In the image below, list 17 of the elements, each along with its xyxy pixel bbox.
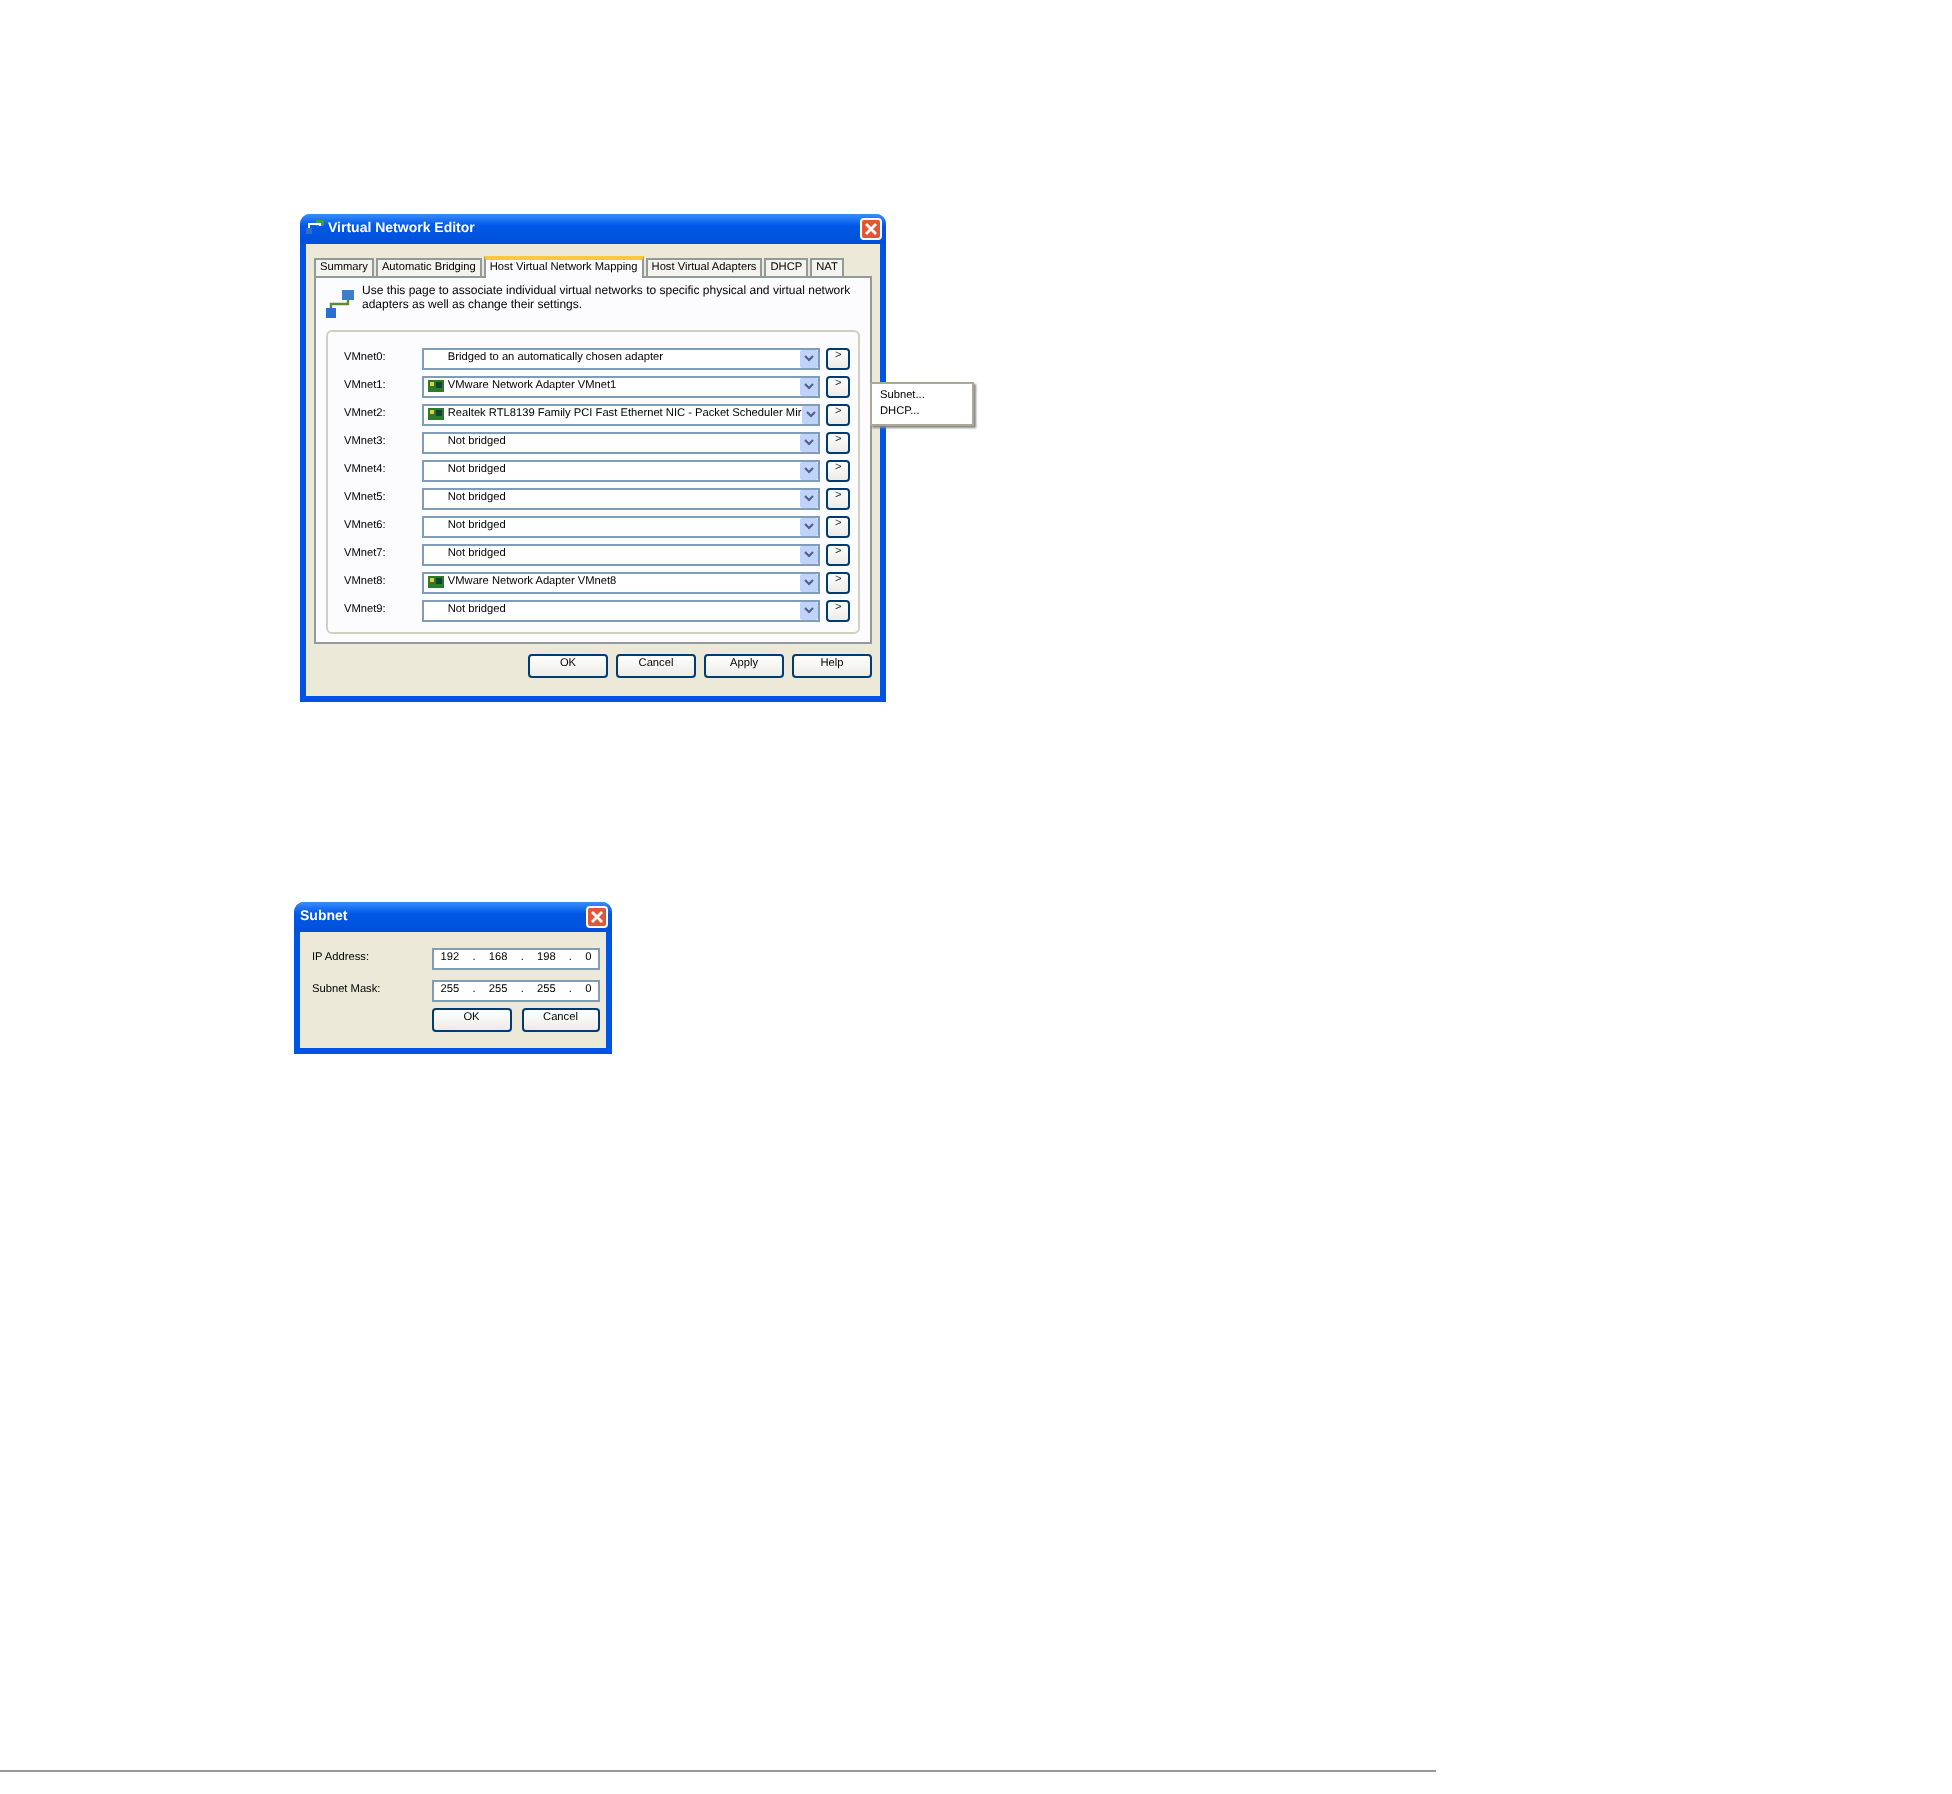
adapter-icon (427, 576, 444, 589)
dropdown-arrow-icon (800, 461, 819, 480)
adapter-icon (427, 408, 444, 421)
close-button[interactable] (860, 218, 882, 240)
dropdown-arrow-icon (801, 405, 819, 424)
dropdown-arrow-icon (800, 433, 819, 452)
dropdown-arrow-icon (800, 573, 819, 592)
close-button[interactable] (586, 906, 608, 928)
dropdown-arrow-icon (800, 601, 819, 620)
dropdown-arrow-icon (800, 377, 819, 396)
adapter-icon (427, 380, 444, 393)
network-icon (326, 290, 354, 319)
dropdown-arrow-icon (800, 489, 819, 508)
network-icon (306, 220, 324, 238)
dropdown-arrow-icon (800, 349, 819, 368)
dropdown-arrow-icon (800, 545, 819, 564)
dropdown-arrow-icon (800, 517, 819, 536)
